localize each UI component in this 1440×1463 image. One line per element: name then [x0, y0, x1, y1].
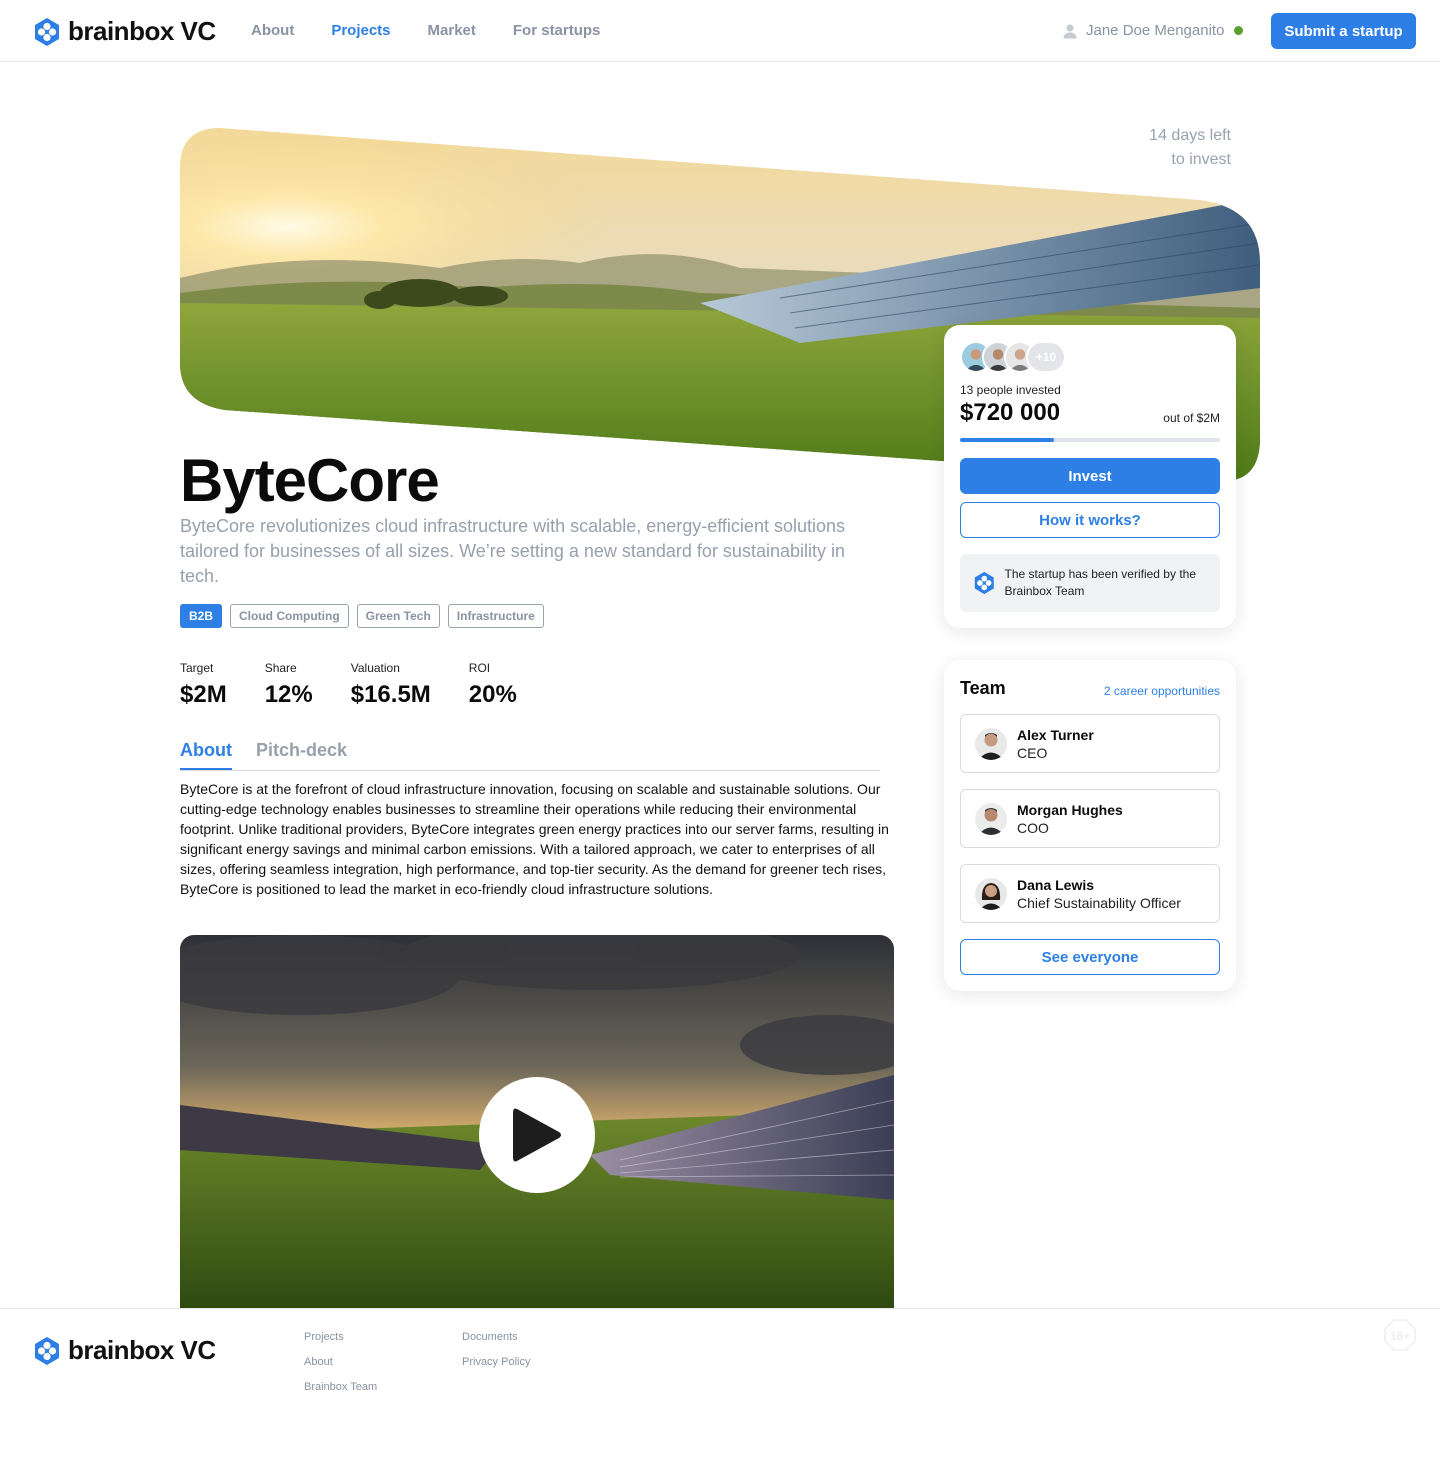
footer-link-brainbox-team[interactable]: Brainbox Team: [304, 1380, 377, 1395]
brainbox-logo-icon: [35, 1336, 59, 1365]
nav-projects[interactable]: Projects: [331, 22, 390, 39]
investor-avatars: +10: [960, 341, 1066, 373]
avatar: [975, 727, 1007, 760]
about-text: ByteCore is at the forefront of cloud in…: [180, 781, 889, 897]
member-name: Alex Turner: [1017, 726, 1094, 743]
invest-button[interactable]: Invest: [960, 458, 1220, 494]
nav-for-startups[interactable]: For startups: [513, 22, 601, 39]
team-member[interactable]: Dana Lewis Chief Sustainability Officer: [960, 864, 1220, 923]
tab-pitch-deck[interactable]: Pitch-deck: [256, 740, 347, 770]
submit-startup-button[interactable]: Submit a startup: [1271, 13, 1416, 49]
avatar: [975, 877, 1007, 910]
member-info: Morgan Hughes COO: [1017, 802, 1123, 836]
verified-notice: The startup has been verified by the Bra…: [960, 554, 1220, 612]
invest-card: +10 13 people invested $720 000 out of $…: [944, 325, 1236, 628]
career-opportunities-link[interactable]: 2 career opportunities: [1104, 684, 1220, 698]
user-icon: [1063, 24, 1077, 38]
tag-b2b[interactable]: B2B: [180, 604, 223, 628]
project-title: ByteCore: [180, 447, 440, 514]
stat-label: Valuation: [350, 661, 400, 675]
funding-progress-fill: [960, 438, 1054, 442]
stat-value: 12%: [264, 681, 313, 708]
footer-links-legal: Documents Privacy Policy: [462, 1330, 530, 1370]
how-it-works-button[interactable]: How it works?: [960, 502, 1220, 538]
tag-green-tech[interactable]: Green Tech: [356, 604, 440, 628]
team-card: Team 2 career opportunities Alex Turner …: [944, 660, 1236, 991]
avatar: [975, 802, 1007, 835]
team-member[interactable]: Morgan Hughes COO: [960, 789, 1220, 848]
stat-label: Target: [180, 661, 214, 675]
stat-value: $2M: [180, 681, 227, 708]
footer-link-projects[interactable]: Projects: [304, 1330, 377, 1345]
goal-amount: out of $2M: [1163, 411, 1220, 425]
team-title: Team: [960, 678, 1006, 698]
brainbox-logo-icon: [35, 17, 59, 46]
stat-label: ROI: [468, 661, 491, 675]
nav-market[interactable]: Market: [428, 22, 476, 39]
brainbox-logo-icon: [974, 571, 994, 595]
stat-target: Target $2M: [180, 661, 227, 709]
footer-brand-logo[interactable]: brainbox VC: [34, 1335, 216, 1366]
tag-list: B2B Cloud Computing Green Tech Infrastru…: [180, 604, 544, 628]
project-stats: Target $2M Share 12% Valuation $16.5M RO…: [180, 661, 555, 709]
age-restriction-label: 18+: [1390, 1329, 1410, 1343]
member-name: Dana Lewis: [1017, 876, 1095, 893]
more-investors-badge[interactable]: +10: [1026, 341, 1066, 373]
member-name: Morgan Hughes: [1017, 801, 1123, 818]
funding-progress-bar: [960, 438, 1220, 442]
footer-link-documents[interactable]: Documents: [462, 1330, 530, 1345]
see-everyone-button[interactable]: See everyone: [960, 939, 1220, 975]
play-icon: [513, 1108, 561, 1162]
project-subtitle: ByteCore revolutionizes cloud infrastruc…: [180, 516, 845, 586]
stat-value: $16.5M: [350, 681, 431, 708]
member-role: CEO: [1017, 744, 1048, 761]
member-info: Dana Lewis Chief Sustainability Officer: [1017, 877, 1181, 911]
user-name: Jane Doe Menganito: [1086, 22, 1225, 39]
days-left-suffix: to invest: [1171, 151, 1231, 168]
online-status-dot: [1234, 26, 1244, 35]
raised-amount: $720 000: [960, 399, 1061, 426]
main-nav: About Projects Market For startups: [251, 22, 637, 39]
page-footer: brainbox VC Projects About Brainbox Team…: [0, 1308, 1440, 1463]
stat-roi: ROI 20%: [469, 661, 517, 709]
top-header: brainbox VC About Projects Market For st…: [0, 0, 1440, 62]
invested-count: 13 people invested: [960, 383, 1061, 397]
stat-share: Share 12%: [265, 661, 313, 709]
user-menu[interactable]: Jane Doe Menganito: [1062, 22, 1244, 39]
member-info: Alex Turner CEO: [1017, 727, 1094, 761]
footer-link-privacy-policy[interactable]: Privacy Policy: [462, 1355, 530, 1370]
nav-about[interactable]: About: [251, 22, 294, 39]
member-role: Chief Sustainability Officer: [1017, 894, 1181, 911]
play-button[interactable]: [479, 1077, 595, 1193]
member-role: COO: [1017, 819, 1049, 836]
team-member[interactable]: Alex Turner CEO: [960, 714, 1220, 773]
verified-text: The startup has been verified by the Bra…: [1004, 567, 1196, 598]
content-tabs: About Pitch-deck: [180, 740, 880, 771]
brand-logo[interactable]: brainbox VC: [34, 16, 216, 47]
tag-infrastructure[interactable]: Infrastructure: [447, 604, 544, 628]
tab-about[interactable]: About: [180, 740, 232, 770]
age-restriction-icon: 18+: [1384, 1319, 1416, 1351]
brand-name: brainbox VC: [68, 16, 216, 46]
footer-link-about[interactable]: About: [304, 1355, 377, 1370]
stat-valuation: Valuation $16.5M: [351, 661, 431, 709]
stat-label: Share: [264, 661, 297, 675]
tag-cloud-computing[interactable]: Cloud Computing: [230, 604, 349, 628]
stat-value: 20%: [468, 681, 517, 708]
days-left-count: 14 days left: [1149, 127, 1231, 144]
footer-links-primary: Projects About Brainbox Team: [304, 1330, 377, 1395]
brand-name: brainbox VC: [68, 1335, 216, 1365]
days-left: 14 days left to invest: [1100, 124, 1231, 172]
